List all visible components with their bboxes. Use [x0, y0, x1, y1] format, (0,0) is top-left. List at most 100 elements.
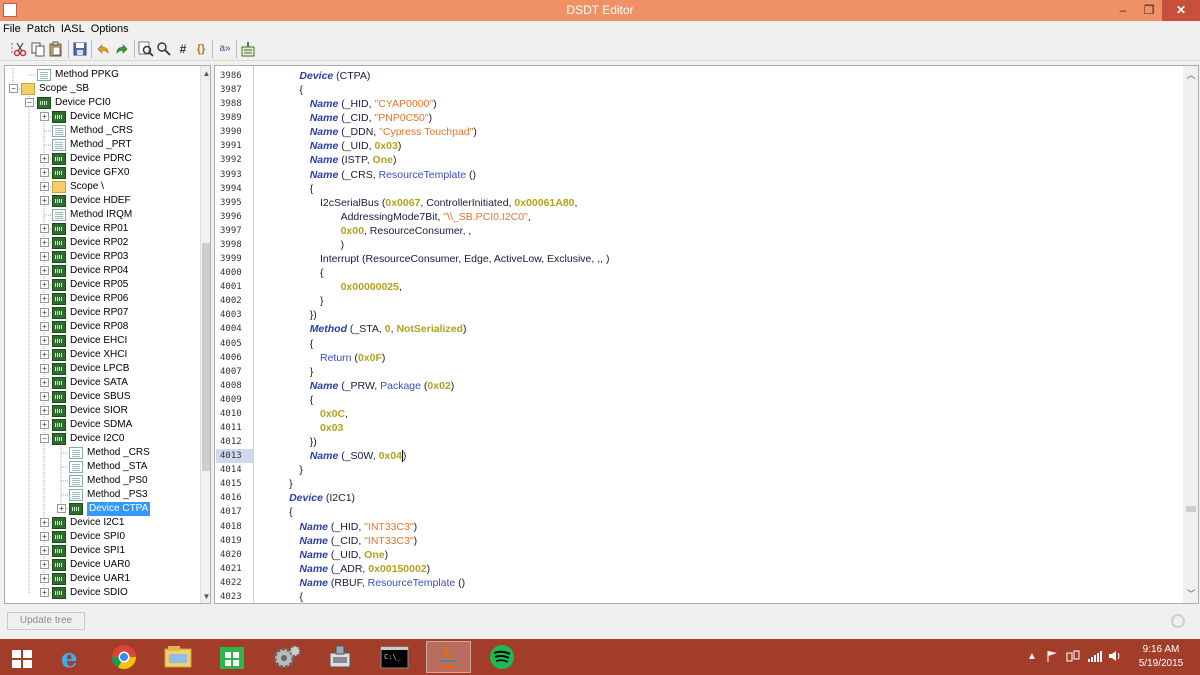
expand-icon[interactable]: +	[40, 574, 49, 583]
expand-icon[interactable]: +	[40, 532, 49, 541]
editor-scroll-up-icon[interactable]: ︿	[1183, 68, 1198, 82]
spotify-icon[interactable]	[480, 641, 525, 673]
code-line[interactable]: Name (_CID, "PNP0C50")	[310, 111, 432, 125]
collapse-icon[interactable]: −	[40, 434, 49, 443]
braces-icon[interactable]: {}	[193, 41, 209, 57]
compile-icon[interactable]	[240, 41, 256, 57]
minimize-button[interactable]: –	[1110, 0, 1136, 21]
device-manager-icon[interactable]	[318, 641, 363, 673]
dsdt-tree[interactable]: Method PPKG − Scope _SB − Device PCI0 + Device…	[4, 65, 211, 604]
code-line[interactable]: })	[310, 308, 317, 322]
expand-icon[interactable]: +	[40, 252, 49, 261]
code-line[interactable]: {	[310, 337, 314, 351]
code-line[interactable]: {	[299, 83, 303, 97]
store-icon[interactable]	[210, 641, 255, 673]
expand-icon[interactable]: +	[40, 322, 49, 331]
menu-patch[interactable]: Patch	[24, 21, 58, 35]
expand-icon[interactable]: +	[40, 168, 49, 177]
code-line[interactable]: Method (_STA, 0, NotSerialized)	[310, 322, 467, 336]
code-line[interactable]: Name (ISTP, One)	[310, 153, 397, 167]
expand-icon[interactable]: +	[40, 294, 49, 303]
code-line[interactable]: })	[310, 435, 317, 449]
code-line[interactable]: }	[320, 294, 324, 308]
code-editor[interactable]: 3986 3987 3988 3989 3990 3991 3992 3993 3994 3995…	[214, 65, 1199, 604]
code-line[interactable]: )	[341, 238, 345, 252]
code-line[interactable]: Name (_S0W, 0x04)	[310, 449, 406, 463]
code-line[interactable]: Name (RBUF, ResourceTemplate ()	[299, 576, 465, 590]
editor-scroll-down-icon[interactable]: ﹀	[1183, 587, 1198, 601]
undo-icon[interactable]	[95, 41, 111, 57]
code-line[interactable]: }	[289, 477, 293, 491]
code-line[interactable]: 0x00000025,	[341, 280, 402, 294]
expand-icon[interactable]: +	[57, 504, 66, 513]
code-line[interactable]: {	[320, 266, 324, 280]
expand-icon[interactable]: +	[40, 308, 49, 317]
code-line[interactable]: {	[289, 505, 293, 519]
code-line[interactable]: Interrupt (ResourceConsumer, Edge, Activ…	[320, 252, 609, 266]
collapse-icon[interactable]: −	[9, 84, 18, 93]
show-hidden-icons-icon[interactable]: ▲	[1027, 651, 1037, 675]
chrome-icon[interactable]	[102, 641, 147, 673]
expand-icon[interactable]: +	[40, 280, 49, 289]
expand-icon[interactable]: +	[40, 406, 49, 415]
java-icon[interactable]	[426, 641, 471, 673]
code-line[interactable]: Name (_CRS, ResourceTemplate ()	[310, 168, 476, 182]
code-line[interactable]: Device (CTPA)	[299, 69, 370, 83]
expand-icon[interactable]: +	[40, 196, 49, 205]
start-button[interactable]	[0, 641, 45, 673]
code-line[interactable]: Name (_HID, "INT33C3")	[299, 520, 417, 534]
expand-icon[interactable]: +	[40, 238, 49, 247]
code-line[interactable]: {	[310, 393, 314, 407]
editor-scrollbar[interactable]: ︿ ﹀	[1183, 66, 1198, 603]
code-line[interactable]: 0x0C,	[320, 407, 348, 421]
code-line[interactable]: Name (_UID, One)	[299, 548, 388, 562]
network-icon[interactable]	[1066, 650, 1080, 675]
expand-icon[interactable]: +	[40, 336, 49, 345]
expand-icon[interactable]: +	[40, 420, 49, 429]
menu-file[interactable]: File	[0, 21, 24, 35]
code-line[interactable]: AddressingMode7Bit, "\\_SB.PCI0.I2C0",	[341, 210, 531, 224]
code-line[interactable]: Name (_ADR, 0x00150002)	[299, 562, 430, 576]
tree-scroll-thumb[interactable]	[202, 243, 210, 471]
ie-icon[interactable]: e	[48, 641, 93, 674]
code-line[interactable]: }	[310, 365, 314, 379]
expand-icon[interactable]: +	[40, 392, 49, 401]
flag-icon[interactable]	[1046, 650, 1058, 675]
code-line[interactable]: {	[310, 182, 314, 196]
save-icon[interactable]	[72, 41, 88, 57]
code-line[interactable]: Return (0x0F)	[320, 351, 385, 365]
file-explorer-icon[interactable]	[156, 641, 201, 673]
code-line[interactable]: Device (I2C1)	[289, 491, 355, 505]
maximize-button[interactable]: ❐	[1136, 0, 1162, 21]
code-line[interactable]: {	[299, 590, 303, 603]
code-line[interactable]: 0x03	[320, 421, 343, 435]
paste-icon[interactable]	[48, 41, 64, 57]
expand-icon[interactable]: +	[40, 112, 49, 121]
menu-iasl[interactable]: IASL	[58, 21, 88, 35]
expand-icon[interactable]: +	[40, 560, 49, 569]
update-tree-button[interactable]: Update tree	[7, 612, 85, 630]
copy-icon[interactable]	[30, 41, 46, 57]
tree-scroll-up-icon[interactable]: ▲	[201, 68, 210, 79]
find-icon[interactable]	[138, 41, 154, 57]
code-line[interactable]: }	[299, 463, 303, 477]
expand-icon[interactable]: +	[40, 266, 49, 275]
expand-icon[interactable]: +	[40, 546, 49, 555]
close-button[interactable]: ✕	[1162, 0, 1200, 21]
command-prompt-icon[interactable]: C:\_	[372, 641, 417, 673]
find-replace-icon[interactable]	[156, 41, 172, 57]
expand-icon[interactable]: +	[40, 154, 49, 163]
expand-icon[interactable]: +	[40, 518, 49, 527]
code-line[interactable]: Name (_PRW, Package (0x02)	[310, 379, 455, 393]
code-line[interactable]: Name (_DDN, "Cypress Touchpad")	[310, 125, 477, 139]
expand-icon[interactable]: +	[40, 224, 49, 233]
tree-scrollbar[interactable]: ▲ ▼	[200, 66, 210, 603]
settings-icon[interactable]	[264, 641, 309, 673]
expand-icon[interactable]: +	[40, 182, 49, 191]
editor-scroll-thumb[interactable]	[1186, 506, 1196, 512]
text-icon[interactable]: a»	[217, 41, 233, 57]
expand-icon[interactable]: +	[40, 588, 49, 597]
hash-icon[interactable]: #	[175, 41, 191, 57]
signal-strength-icon[interactable]	[1087, 650, 1103, 675]
volume-icon[interactable]	[1108, 650, 1122, 675]
